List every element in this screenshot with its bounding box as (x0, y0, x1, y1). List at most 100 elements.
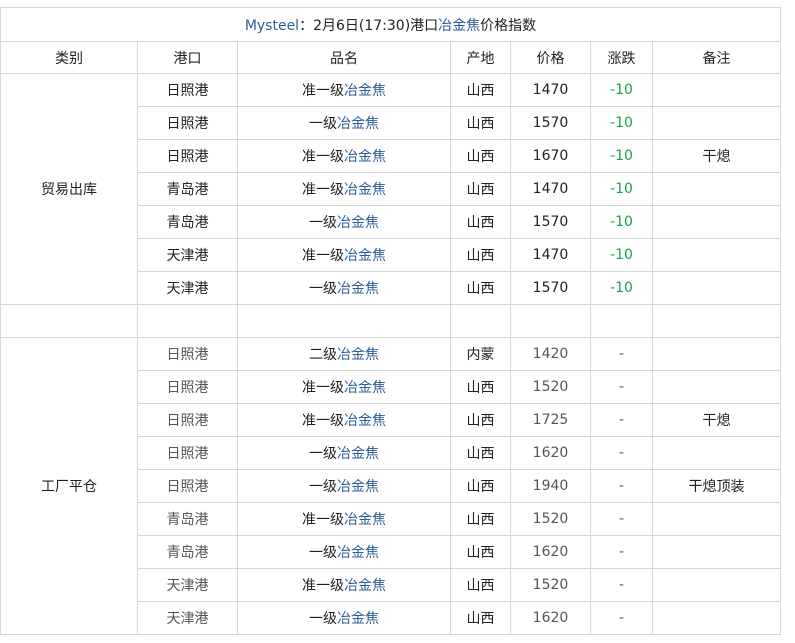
price-cell: 1570 (510, 271, 591, 305)
origin-cell: 山西 (450, 370, 511, 404)
product-link[interactable]: 冶金焦 (337, 215, 379, 231)
origin-cell: 内蒙 (450, 337, 511, 371)
change-cell: - (590, 337, 653, 371)
brand-link[interactable]: Mysteel (245, 18, 299, 34)
note-cell (652, 73, 781, 107)
grade-label: 准一级 (302, 182, 344, 198)
note-cell (652, 436, 781, 470)
origin-cell: 山西 (450, 271, 511, 305)
change-cell: -10 (590, 106, 653, 140)
note-cell: 干熄 (652, 403, 781, 437)
change-cell: -10 (590, 205, 653, 239)
origin-cell: 山西 (450, 238, 511, 272)
product-link[interactable]: 冶金焦 (337, 116, 379, 132)
header-port: 港口 (137, 41, 238, 74)
origin-cell: 山西 (450, 568, 511, 602)
header-price: 价格 (510, 41, 591, 74)
title-suffix: 价格指数 (480, 17, 537, 34)
product-cell: 准一级冶金焦 (237, 568, 451, 602)
grade-label: 一级 (309, 479, 337, 495)
price-table-container: Mysteel：2月6日(17:30)港口冶金焦价格指数 类别 港口 品名 产地… (0, 7, 781, 635)
product-link[interactable]: 冶金焦 (337, 347, 379, 363)
product-cell: 准一级冶金焦 (237, 370, 451, 404)
grade-label: 一级 (309, 611, 337, 627)
product-link[interactable]: 冶金焦 (344, 512, 386, 528)
change-cell: - (590, 469, 653, 503)
product-link[interactable]: 冶金焦 (337, 545, 379, 561)
grade-label: 准一级 (302, 380, 344, 396)
product-link[interactable]: 冶金焦 (344, 380, 386, 396)
header-note: 备注 (652, 41, 781, 74)
origin-cell: 山西 (450, 436, 511, 470)
table-title-row: Mysteel：2月6日(17:30)港口冶金焦价格指数 (0, 7, 781, 42)
change-cell: - (590, 403, 653, 437)
table-row: 贸易出库 日照港 准一级冶金焦 山西 1470 -10 (0, 73, 781, 305)
product-link[interactable]: 冶金焦 (344, 182, 386, 198)
port-cell: 日照港 (137, 337, 238, 371)
port-cell: 日照港 (137, 139, 238, 173)
grade-label: 准一级 (302, 578, 344, 594)
port-cell: 日照港 (137, 436, 238, 470)
category-cell: 工厂平仓 (0, 337, 138, 635)
product-link[interactable]: 冶金焦 (344, 83, 386, 99)
title-colon: ： (299, 17, 314, 34)
price-cell: 1620 (510, 436, 591, 470)
price-cell: 1725 (510, 403, 591, 437)
port-cell: 天津港 (137, 238, 238, 272)
change-cell: - (590, 370, 653, 404)
header-product: 品名 (237, 41, 451, 74)
product-link[interactable]: 冶金焦 (344, 149, 386, 165)
origin-cell: 山西 (450, 601, 511, 635)
port-cell: 日照港 (137, 403, 238, 437)
table-row: 工厂平仓 日照港 二级冶金焦 内蒙 1420- (0, 337, 781, 635)
price-cell: 1420 (510, 337, 591, 371)
port-cell: 青岛港 (137, 535, 238, 569)
port-cell: 青岛港 (137, 502, 238, 536)
price-cell: 1520 (510, 502, 591, 536)
product-cell: 准一级冶金焦 (237, 172, 451, 206)
product-cell: 准一级冶金焦 (237, 403, 451, 437)
price-cell: 1570 (510, 106, 591, 140)
change-cell: -10 (590, 73, 653, 107)
empty-cell (137, 304, 238, 338)
port-cell: 天津港 (137, 601, 238, 635)
origin-cell: 山西 (450, 172, 511, 206)
note-cell (652, 370, 781, 404)
change-cell: - (590, 535, 653, 569)
empty-cell (237, 304, 451, 338)
note-cell (652, 601, 781, 635)
spacer-row (0, 304, 781, 338)
product-link[interactable]: 冶金焦 (337, 479, 379, 495)
grade-label: 准一级 (302, 149, 344, 165)
price-cell: 1470 (510, 172, 591, 206)
product-link[interactable]: 冶金焦 (337, 611, 379, 627)
price-cell: 1670 (510, 139, 591, 173)
product-link[interactable]: 冶金焦 (344, 248, 386, 264)
product-link[interactable]: 冶金焦 (337, 281, 379, 297)
product-link[interactable]: 冶金焦 (344, 578, 386, 594)
origin-cell: 山西 (450, 403, 511, 437)
note-cell (652, 172, 781, 206)
product-cell: 一级冶金焦 (237, 436, 451, 470)
port-cell: 天津港 (137, 271, 238, 305)
change-cell: - (590, 436, 653, 470)
product-link[interactable]: 冶金焦 (344, 413, 386, 429)
grade-label: 准一级 (302, 413, 344, 429)
note-cell (652, 337, 781, 371)
title-date-port: 2月6日(17:30)港口 (313, 17, 439, 34)
product-link[interactable]: 冶金焦 (337, 446, 379, 462)
title-product-link[interactable]: 冶金焦 (438, 18, 480, 34)
header-change: 涨跌 (590, 41, 653, 74)
header-row: 类别 港口 品名 产地 价格 涨跌 备注 (0, 41, 781, 74)
port-cell: 天津港 (137, 568, 238, 602)
empty-cell (590, 304, 653, 338)
port-cell: 日照港 (137, 73, 238, 107)
change-cell: -10 (590, 271, 653, 305)
price-cell: 1570 (510, 205, 591, 239)
change-cell: -10 (590, 139, 653, 173)
origin-cell: 山西 (450, 469, 511, 503)
product-cell: 二级冶金焦 (237, 337, 451, 371)
product-cell: 准一级冶金焦 (237, 139, 451, 173)
change-cell: - (590, 568, 653, 602)
empty-cell (652, 304, 781, 338)
